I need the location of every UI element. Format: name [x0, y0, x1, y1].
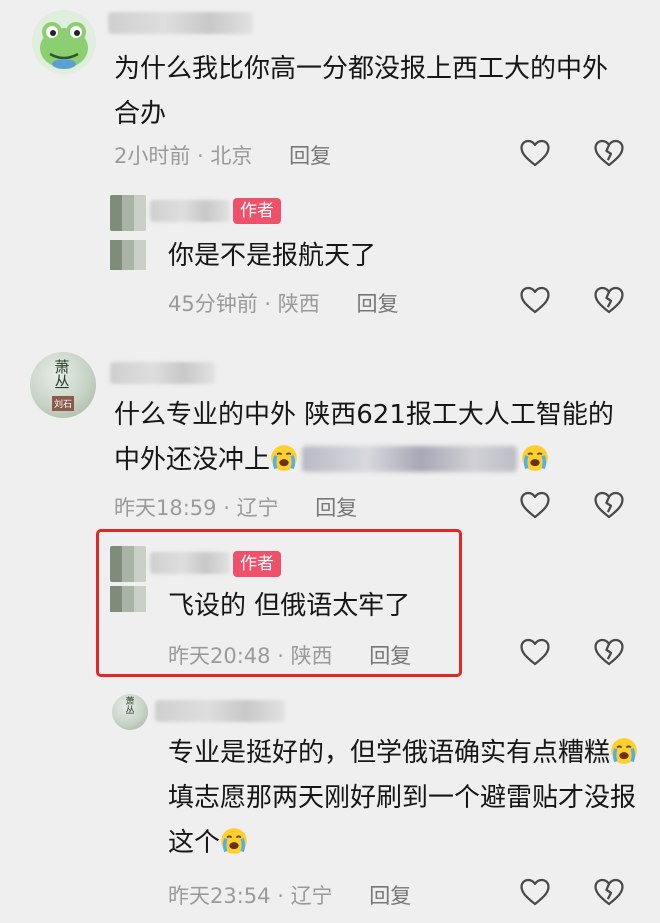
comment-location: 辽宁 — [290, 884, 333, 908]
comment-location: 辽宁 — [236, 496, 279, 520]
avatar-continued — [110, 240, 146, 270]
comment-meta: 昨天18:59 · 辽宁 回复 — [114, 496, 358, 520]
comment-text: 飞设的 但俄语太牢了 — [168, 591, 411, 621]
heart-outline-icon[interactable] — [518, 488, 552, 522]
heart-outline-icon[interactable] — [518, 136, 552, 170]
comment-text: 为什么我比你高一分都没报上西工大的中外合办 — [114, 54, 609, 129]
comment-text: 你是不是报航天了 — [168, 241, 377, 271]
crying-emoji-icon — [221, 828, 247, 854]
comment-time: 昨天18:59 — [114, 496, 217, 520]
avatar-continued — [110, 586, 146, 612]
username-blurred[interactable] — [110, 362, 215, 384]
comment-time: 45分钟前 — [168, 292, 258, 316]
crying-emoji-icon — [522, 445, 548, 471]
username-blurred[interactable] — [150, 552, 230, 574]
broken-heart-icon[interactable] — [592, 136, 626, 170]
comment-time: 2小时前 — [114, 144, 191, 168]
reply-button[interactable]: 回复 — [315, 496, 357, 520]
avatar[interactable] — [32, 10, 96, 74]
author-badge: 作者 — [233, 198, 281, 224]
comment-text: 什么专业的中外 陕西621报工大人工智能的中外还没冲上 — [114, 393, 634, 483]
reply-button[interactable]: 回复 — [369, 884, 411, 908]
reply-button[interactable]: 回复 — [356, 292, 398, 316]
heart-outline-icon[interactable] — [518, 875, 552, 909]
crying-emoji-icon — [271, 445, 297, 471]
username-blurred[interactable] — [108, 12, 253, 34]
broken-heart-icon[interactable] — [592, 283, 626, 317]
avatar[interactable] — [110, 195, 146, 231]
broken-heart-icon[interactable] — [592, 875, 626, 909]
reply-button[interactable]: 回复 — [289, 144, 331, 168]
comment-meta: 2小时前 · 北京 回复 — [114, 144, 332, 168]
heart-outline-icon[interactable] — [518, 635, 552, 669]
comment-text: 专业是挺好的，但学俄语确实有点糟糕填志愿那两天刚好刷到一个避雷贴才没报这个 — [168, 731, 638, 866]
heart-outline-icon[interactable] — [518, 283, 552, 317]
comment-meta: 昨天20:48 · 陕西 回复 — [168, 644, 412, 668]
avatar-lettering: 萧丛 — [54, 358, 70, 391]
avatar[interactable] — [110, 546, 146, 582]
username-blurred[interactable] — [155, 700, 285, 722]
comment-meta: 45分钟前 · 陕西 回复 — [168, 292, 399, 316]
comment-location: 陕西 — [277, 292, 320, 316]
comment-time: 昨天20:48 — [168, 644, 271, 668]
comment-time: 昨天23:54 — [168, 884, 271, 908]
crying-emoji-icon — [611, 738, 637, 764]
comment-meta: 昨天23:54 · 辽宁 回复 — [168, 884, 412, 908]
avatar-seal: 刘石 — [52, 396, 75, 411]
comment-location: 陕西 — [290, 644, 333, 668]
avatar[interactable]: 萧丛 刘石 — [30, 352, 96, 418]
broken-heart-icon[interactable] — [592, 488, 626, 522]
comment-text-line1: 专业是挺好的，但学俄语确实有点糟糕 — [168, 738, 611, 768]
blurred-text — [302, 446, 518, 472]
reply-button[interactable]: 回复 — [369, 644, 411, 668]
comment-location: 北京 — [210, 144, 253, 168]
author-badge: 作者 — [233, 551, 281, 577]
avatar-lettering: 萧丛 — [125, 697, 135, 716]
broken-heart-icon[interactable] — [592, 635, 626, 669]
avatar[interactable]: 萧丛 — [112, 694, 148, 730]
username-blurred[interactable] — [150, 200, 230, 222]
